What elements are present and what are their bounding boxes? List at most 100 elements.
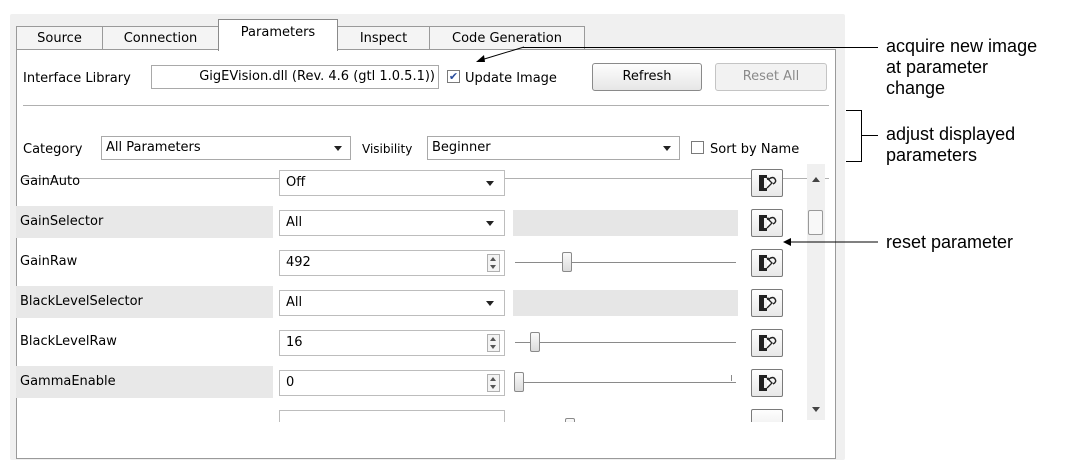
slider-track [515, 342, 736, 343]
chevron-down-icon [486, 301, 494, 306]
reset-icon [759, 375, 777, 391]
reset-icon [759, 175, 777, 191]
parameter-name: GainRaw [20, 254, 78, 269]
parameter-row-gainauto: GainAuto Off [16, 162, 806, 202]
slider-thumb[interactable] [514, 372, 524, 392]
bracket-line [861, 110, 862, 162]
spin-arrows-icon[interactable] [487, 374, 500, 392]
parameter-row-blacklevelraw: BlackLevelRaw 16 [16, 322, 806, 362]
parameter-value: Off [286, 175, 306, 190]
tab-connection[interactable]: Connection [102, 26, 219, 50]
reset-icon [759, 295, 777, 311]
parameter-name: GainSelector [16, 206, 273, 238]
reset-parameter-button[interactable] [751, 329, 783, 357]
bracket-line [846, 110, 862, 111]
reset-parameter-button[interactable] [751, 369, 783, 397]
visibility-value: Beginner [432, 140, 491, 155]
sort-by-name-checkbox[interactable] [691, 141, 704, 154]
annotation-line: parameters [886, 145, 978, 165]
annotation-acquire: acquire new image at parameter change [886, 36, 1037, 99]
update-image-label: Update Image [465, 71, 557, 86]
parameter-slider[interactable] [513, 370, 738, 396]
reset-icon [759, 335, 777, 351]
parameter-name: GainAuto [20, 174, 81, 189]
parameter-name: BlackLevelRaw [20, 334, 117, 349]
bracket-line [846, 161, 862, 162]
reset-parameter-button[interactable] [751, 289, 783, 317]
tab-inspect[interactable]: Inspect [337, 26, 430, 50]
spin-arrows-icon[interactable] [487, 254, 500, 272]
vertical-scrollbar[interactable] [807, 164, 825, 420]
visibility-label: Visibility [362, 142, 413, 156]
parameter-slider[interactable] [513, 250, 738, 276]
tab-source[interactable]: Source [16, 26, 103, 50]
spin-arrows-icon[interactable] [487, 334, 500, 352]
parameter-value: All [286, 215, 303, 230]
slider-tick [731, 375, 732, 381]
parameter-name: GammaEnable [16, 366, 273, 398]
interface-library-label: Interface Library [23, 71, 131, 86]
chevron-down-icon [663, 146, 671, 151]
update-image-checkbox[interactable]: ✔ [447, 70, 460, 83]
parameter-value-spinbox[interactable] [279, 410, 505, 422]
slider-track [515, 262, 736, 263]
refresh-button[interactable]: Refresh [592, 63, 702, 91]
callout-line [523, 47, 846, 48]
parameter-value-combo[interactable]: All [279, 290, 505, 316]
parameter-value-spinbox[interactable]: 492 [279, 250, 505, 276]
scroll-down-icon[interactable] [812, 407, 820, 412]
parameter-value-combo[interactable]: Off [279, 170, 505, 196]
interface-library-field[interactable]: GigEVision.dll (Rev. 4.6 (gtl 1.0.5.1)) [151, 65, 439, 89]
reset-icon [759, 255, 777, 271]
annotation-line: change [886, 78, 946, 98]
empty-slider-area [513, 210, 738, 236]
parameter-slider[interactable] [513, 330, 738, 356]
annotation-reset: reset parameter [886, 232, 1014, 252]
annotation-line: acquire new image [886, 36, 1038, 56]
chevron-down-icon [334, 146, 342, 151]
sort-by-name-label: Sort by Name [710, 142, 800, 157]
reset-parameter-button[interactable] [751, 169, 783, 197]
callout-line [845, 47, 878, 48]
parameter-value-spinbox[interactable]: 16 [279, 330, 505, 356]
callout-line [862, 135, 878, 136]
parameter-row-gainselector: GainSelector All [16, 202, 806, 242]
category-label: Category [23, 142, 83, 157]
parameter-value: 492 [286, 255, 311, 270]
parameter-value: All [286, 295, 303, 310]
interface-library-value: GigEVision.dll (Rev. 4.6 (gtl 1.0.5.1)) [199, 69, 435, 84]
parameter-row-blacklevelselector: BlackLevelSelector All [16, 282, 806, 322]
reset-icon [759, 215, 777, 231]
chevron-down-icon [486, 181, 494, 186]
reset-parameter-button[interactable] [751, 209, 783, 237]
parameter-value: 16 [286, 335, 303, 350]
slider-track [515, 382, 736, 383]
parameter-row-gammaenable: GammaEnable 0 [16, 362, 806, 402]
tab-parameters[interactable]: Parameters [218, 19, 338, 51]
parameter-name: BlackLevelSelector [16, 286, 273, 318]
reset-parameter-button[interactable] [751, 409, 783, 422]
arrow-icon [783, 238, 878, 246]
reset-all-button[interactable]: Reset All [715, 63, 827, 91]
parameter-value-combo[interactable]: All [279, 210, 505, 236]
scroll-up-icon[interactable] [812, 177, 820, 182]
slider-thumb[interactable] [565, 418, 575, 422]
parameter-grid: GainAuto Off GainSelector All GainRaw 49… [16, 162, 806, 422]
arrow-icon [476, 46, 525, 62]
category-value: All Parameters [106, 140, 201, 155]
category-dropdown[interactable]: All Parameters [101, 136, 351, 160]
annotation-line: adjust displayed [886, 124, 1016, 144]
parameter-slider[interactable] [513, 410, 738, 422]
visibility-dropdown[interactable]: Beginner [427, 136, 680, 160]
scroll-thumb[interactable] [808, 210, 823, 235]
parameter-value-spinbox[interactable]: 0 [279, 370, 505, 396]
slider-thumb[interactable] [530, 332, 540, 352]
annotation-line: at parameter [886, 57, 989, 77]
slider-thumb[interactable] [562, 252, 572, 272]
parameters-panel: Source Connection Parameters Inspect Cod… [10, 14, 845, 460]
parameter-row-partial [16, 402, 806, 422]
reset-parameter-button[interactable] [751, 249, 783, 277]
separator [23, 105, 829, 106]
parameter-value: 0 [286, 375, 295, 390]
parameter-row-gainraw: GainRaw 492 [16, 242, 806, 282]
